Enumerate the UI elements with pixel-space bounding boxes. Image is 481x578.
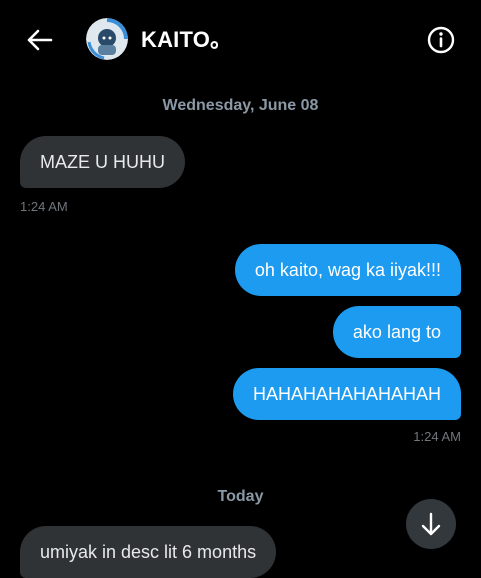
avatar[interactable] bbox=[86, 18, 128, 60]
back-button[interactable] bbox=[24, 24, 56, 56]
incoming-message[interactable]: umiyak in desc lit 6 months bbox=[20, 526, 277, 578]
date-separator: Wednesday, June 08 bbox=[162, 97, 319, 114]
outgoing-message[interactable]: ako lang to bbox=[332, 306, 461, 358]
scroll-to-bottom-button[interactable] bbox=[406, 499, 456, 549]
outgoing-message[interactable]: HAHAHAHAHAHAHAH bbox=[232, 368, 461, 420]
arrow-down-icon bbox=[421, 512, 441, 536]
info-circle-icon bbox=[427, 26, 455, 54]
message-timestamp: 1:24 AM bbox=[413, 429, 461, 444]
incoming-message[interactable]: MAZE U HUHU bbox=[20, 136, 185, 188]
message-timestamp: 1:24 AM bbox=[20, 199, 68, 214]
date-separator: Today bbox=[217, 488, 264, 505]
outgoing-message[interactable]: oh kaito, wag ka iiyak!!! bbox=[234, 244, 461, 296]
arrow-left-icon bbox=[27, 29, 53, 51]
chat-header: KAITO。 bbox=[0, 0, 481, 80]
contact-name[interactable]: KAITO。 bbox=[141, 26, 232, 54]
info-button[interactable] bbox=[425, 24, 457, 56]
avatar-image bbox=[86, 18, 128, 60]
